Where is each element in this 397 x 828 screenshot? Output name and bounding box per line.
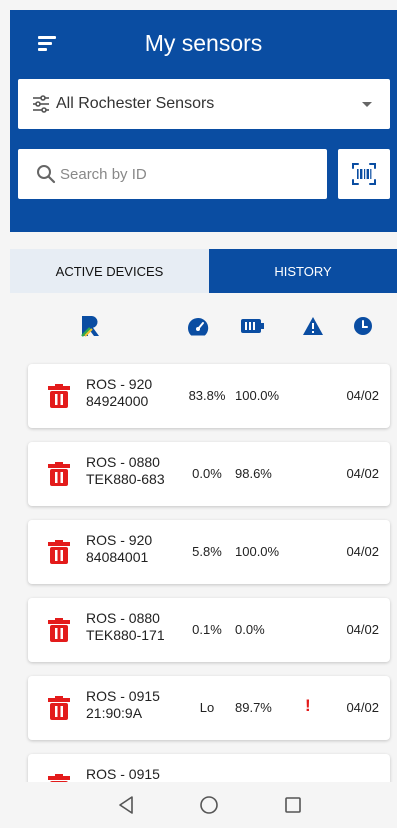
- recents-icon[interactable]: [284, 796, 302, 814]
- device-battery: 98.6%: [235, 466, 272, 481]
- tab-active-devices[interactable]: ACTIVE DEVICES: [10, 249, 209, 293]
- device-battery: 100.0%: [235, 388, 280, 403]
- device-card[interactable]: ROS - 0880 TEK880-683 0.0% 98.6% 04/02: [28, 442, 390, 506]
- search-icon: [37, 165, 56, 184]
- rochester-logo-icon: [81, 316, 99, 337]
- barcode-scan-icon: [352, 163, 376, 185]
- warning-icon: [303, 317, 323, 335]
- search-input[interactable]: [60, 162, 310, 186]
- device-card[interactable]: ROS - 0880 TEK880-171 0.1% 0.0% 04/02: [28, 598, 390, 662]
- back-icon[interactable]: [117, 795, 135, 815]
- column-header: [10, 312, 397, 342]
- device-card[interactable]: ROS - 0915 21:90:9A Lo 89.7% ! 04/02: [28, 676, 390, 740]
- trash-icon[interactable]: [48, 696, 70, 720]
- device-list[interactable]: ROS - 920 84924000 83.8% 100.0% 04/02 ROS…: [10, 355, 397, 782]
- page-title: My sensors: [144, 30, 263, 56]
- device-speed: 83.8%: [188, 388, 226, 403]
- select-value: All Rochester Sensors: [56, 95, 215, 112]
- device-date: 04/02: [346, 544, 379, 559]
- system-navigation-bar: [10, 782, 397, 828]
- battery-icon: [241, 319, 264, 333]
- device-speed: Lo: [199, 700, 215, 715]
- clock-icon: [354, 317, 372, 335]
- device-speed: 5.8%: [192, 544, 222, 559]
- device-id: ROS - 920 84084001: [86, 532, 153, 565]
- device-id: ROS - 0880 TEK880-683: [86, 454, 165, 487]
- device-id: ROS - 920 84924000: [86, 376, 153, 409]
- sensor-group-select[interactable]: All Rochester Sensors: [18, 79, 390, 129]
- device-date: 04/02: [346, 700, 379, 715]
- search-field[interactable]: [18, 149, 327, 199]
- trash-icon[interactable]: [48, 774, 70, 782]
- chevron-down-icon: [362, 102, 372, 107]
- tab-bar: ACTIVE DEVICES HISTORY: [10, 249, 397, 293]
- device-alert: !: [305, 696, 311, 715]
- tab-history[interactable]: HISTORY: [209, 249, 397, 293]
- speedometer-icon: [188, 317, 209, 336]
- sliders-icon: [33, 95, 49, 113]
- device-card[interactable]: ROS - 920 84924000 83.8% 100.0% 04/02: [28, 364, 390, 428]
- device-date: 04/02: [346, 466, 379, 481]
- device-card[interactable]: ROS - 920 84084001 5.8% 100.0% 04/02: [28, 520, 390, 584]
- device-id: ROS - 0880 TEK880-171: [86, 610, 165, 643]
- home-icon[interactable]: [199, 795, 219, 815]
- trash-icon[interactable]: [48, 618, 70, 642]
- device-speed: 0.1%: [192, 622, 222, 637]
- device-battery: 89.7%: [235, 700, 272, 715]
- device-date: 04/02: [346, 622, 379, 637]
- scan-barcode-button[interactable]: [338, 149, 390, 199]
- device-battery: 0.0%: [235, 622, 265, 637]
- device-id: ROS - 0915: [86, 766, 160, 782]
- trash-icon[interactable]: [48, 540, 70, 564]
- device-id: ROS - 0915 21:90:9A: [86, 688, 160, 721]
- device-battery: 100.0%: [235, 544, 280, 559]
- device-card[interactable]: ROS - 0915: [28, 754, 390, 782]
- device-date: 04/02: [346, 388, 379, 403]
- trash-icon[interactable]: [48, 384, 70, 408]
- device-speed: 0.0%: [192, 466, 222, 481]
- trash-icon[interactable]: [48, 462, 70, 486]
